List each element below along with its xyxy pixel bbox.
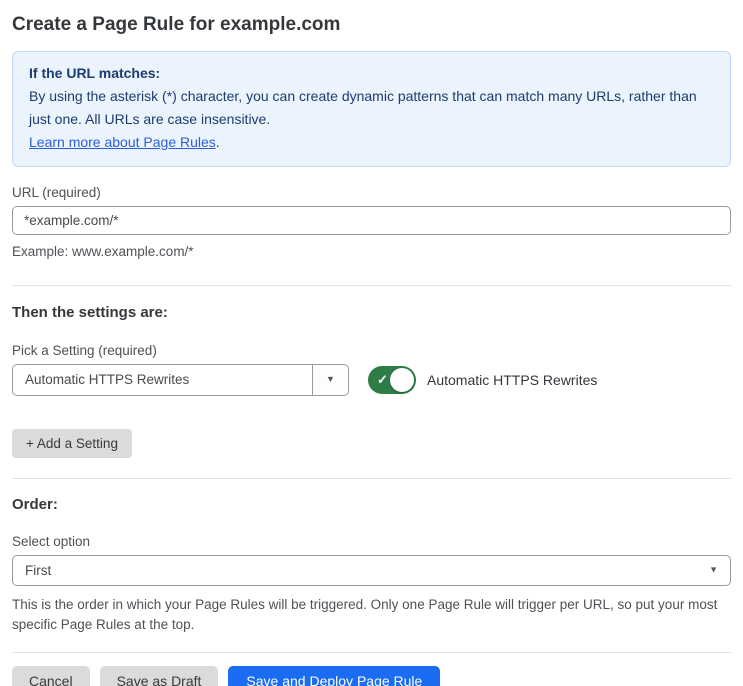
divider [12,284,731,286]
url-field-label: URL (required) [12,185,101,200]
check-icon: ✓ [377,371,388,387]
setting-dropdown[interactable]: Automatic HTTPS Rewrites ▼ [12,363,349,396]
order-select-value: First [25,562,52,578]
order-select[interactable]: First ▼ [12,554,731,586]
chevron-down-icon: ▼ [709,564,718,575]
link-period: . [215,134,220,150]
order-section-heading: Order: [12,495,58,513]
chevron-down-icon: ▼ [326,374,335,384]
save-and-deploy-button[interactable]: Save and Deploy Page Rule [228,665,441,686]
setting-toggle[interactable]: ✓ [368,365,416,394]
cancel-button[interactable]: Cancel [12,665,90,686]
url-example-text: Example: www.example.com/* [12,244,194,259]
info-box-link-line: Learn more about Page Rules. [29,131,714,154]
setting-toggle-label: Automatic HTTPS Rewrites [427,371,598,388]
url-input[interactable] [12,206,731,235]
order-help-text: This is the order in which your Page Rul… [12,596,718,633]
setting-picker-label: Pick a Setting (required) [12,342,157,358]
info-box-heading: If the URL matches: [29,65,161,81]
page-title: Create a Page Rule for example.com [12,14,341,35]
toggle-knob [390,367,414,392]
divider [12,651,731,653]
url-match-info-box: If the URL matches: By using the asteris… [12,51,731,167]
info-box-body: By using the asterisk (*) character, you… [29,88,697,127]
divider [12,477,731,479]
setting-dropdown-value: Automatic HTTPS Rewrites [25,372,190,387]
learn-more-link[interactable]: Learn more about Page Rules [29,134,216,150]
save-as-draft-button[interactable]: Save as Draft [99,665,219,686]
footer-actions: Cancel Save as Draft Save and Deploy Pag… [12,665,731,686]
order-select-label: Select option [12,533,91,549]
add-setting-button[interactable]: + Add a Setting [12,428,132,458]
page-rule-form: Create a Page Rule for example.com If th… [0,0,743,686]
setting-row: Automatic HTTPS Rewrites ▼ ✓ Automatic H… [12,363,731,396]
settings-section-heading: Then the settings are: [12,303,168,321]
setting-dropdown-arrow-button[interactable]: ▼ [312,364,348,395]
